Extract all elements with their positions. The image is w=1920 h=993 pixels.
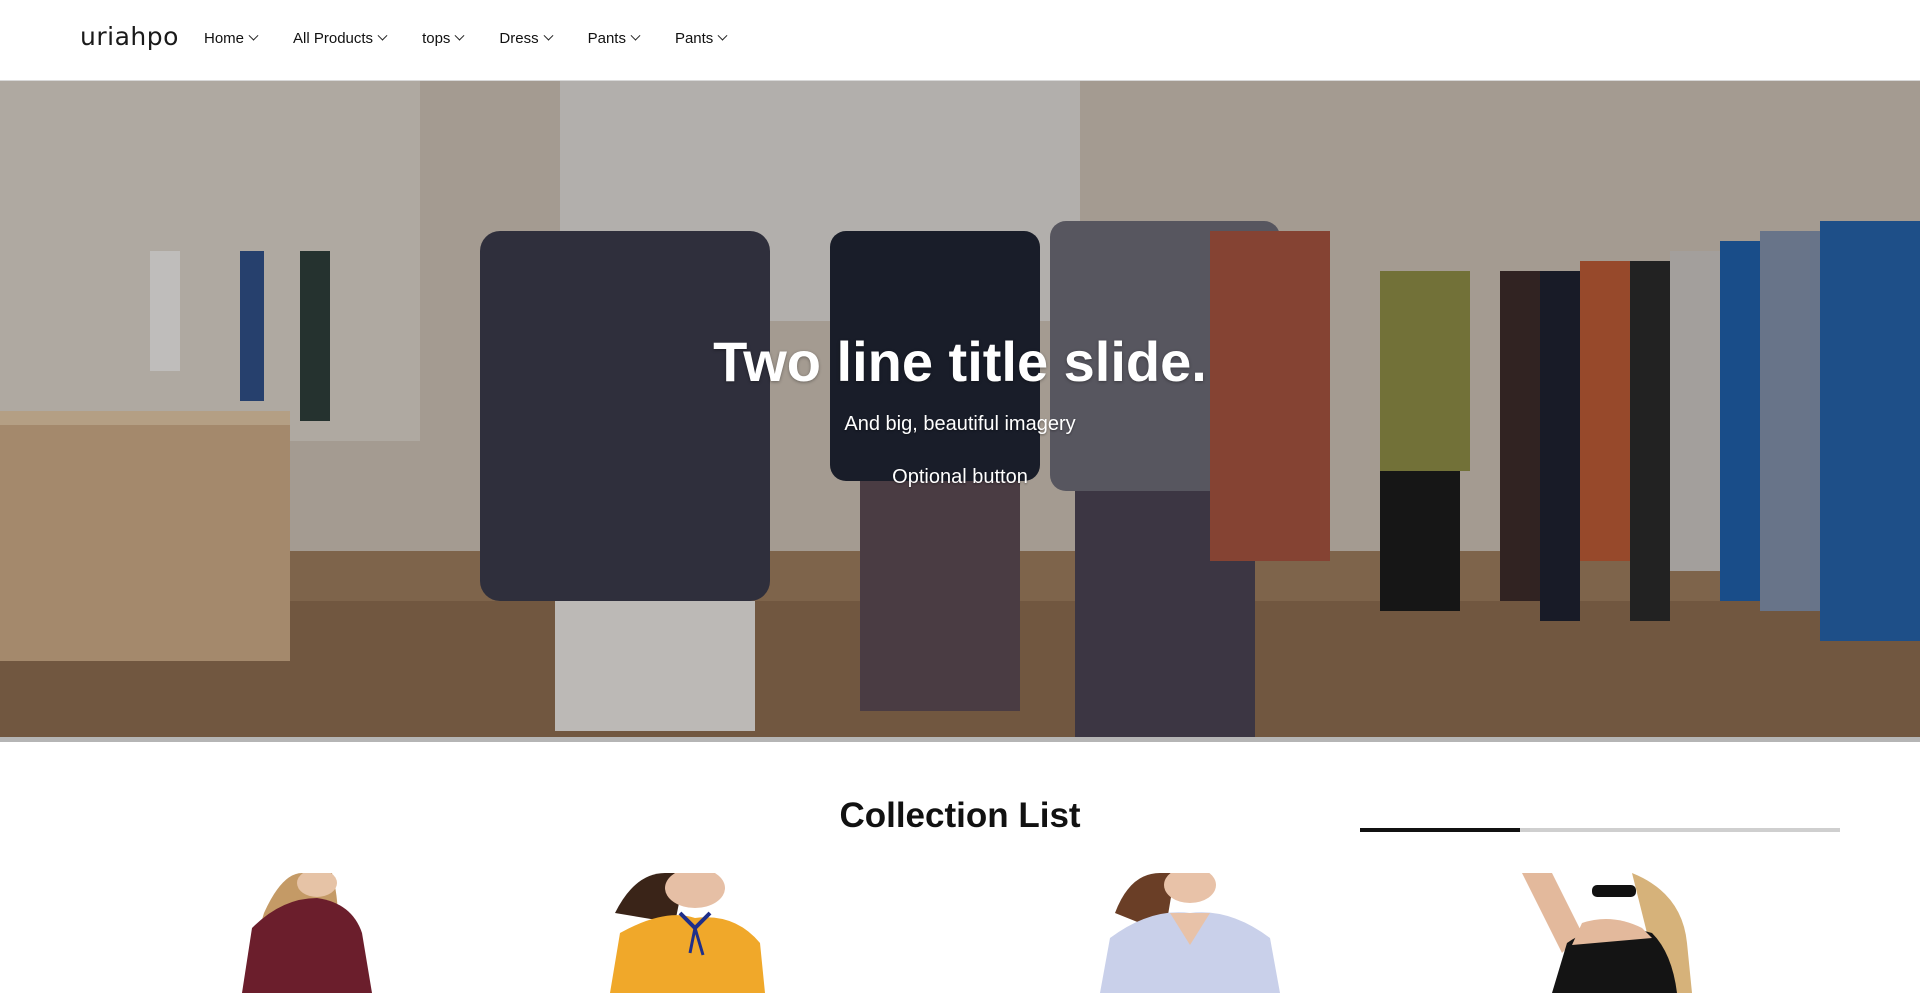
collection-cards [0, 873, 1920, 993]
chevron-down-icon [717, 30, 728, 41]
hero-subtitle: And big, beautiful imagery [844, 413, 1076, 435]
main-nav: Home All Products tops Dress Pants Pants [204, 30, 762, 47]
black-one-shoulder-top-image [1512, 873, 1712, 993]
chevron-down-icon [543, 30, 554, 41]
chevron-down-icon [377, 30, 388, 41]
nav-item-home[interactable]: Home [204, 30, 259, 47]
chevron-down-icon [454, 30, 465, 41]
burgundy-top-image [222, 873, 422, 993]
collection-scroll-thumb[interactable] [1360, 828, 1520, 832]
blue-floral-dress-image [1090, 873, 1290, 993]
nav-item-label: All Products [293, 30, 374, 47]
chevron-down-icon [248, 30, 259, 41]
collection-card[interactable] [1090, 873, 1290, 993]
yellow-floral-blouse-image [595, 873, 795, 993]
collection-card[interactable] [222, 873, 422, 993]
hero-title: Two line title slide. [713, 330, 1207, 393]
hero-overlay [0, 81, 1920, 737]
hero-slideshow: Two line title slide. And big, beautiful… [0, 81, 1920, 737]
nav-item-tops[interactable]: tops [422, 30, 465, 47]
collection-card[interactable] [1512, 873, 1712, 993]
collection-scroll-track[interactable] [1360, 828, 1840, 832]
hero-optional-button[interactable]: Optional button [860, 457, 1060, 497]
nav-item-pants-2[interactable]: Pants [674, 30, 728, 47]
hero-divider [0, 737, 1920, 742]
nav-item-all-products[interactable]: All Products [293, 30, 388, 47]
nav-item-label: tops [422, 30, 451, 47]
site-logo[interactable]: uriahpo [80, 22, 179, 51]
nav-item-label: Pants [674, 30, 714, 47]
collection-card[interactable] [595, 873, 795, 993]
site-header: uriahpo Home All Products tops Dress Pan… [0, 0, 1920, 81]
nav-item-dress[interactable]: Dress [499, 30, 554, 47]
chevron-down-icon [630, 30, 641, 41]
nav-item-label: Pants [587, 30, 626, 47]
nav-item-pants[interactable]: Pants [587, 30, 641, 47]
nav-item-label: Dress [499, 30, 539, 47]
nav-item-label: Home [204, 30, 245, 47]
